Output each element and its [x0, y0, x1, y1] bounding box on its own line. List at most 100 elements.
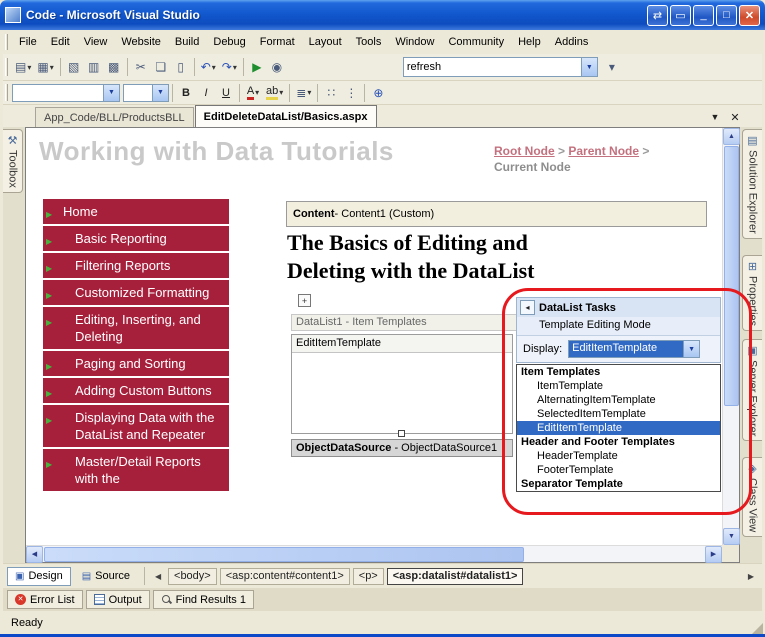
open-file-button[interactable]: ▧: [64, 57, 84, 77]
font-name-input[interactable]: [13, 86, 103, 99]
design-view-button[interactable]: ▣ Design: [7, 566, 71, 586]
start-debug-button[interactable]: ▶: [247, 57, 267, 77]
nav-item-displaying-datalist-repeater[interactable]: ▶ Displaying Data with the DataList and R…: [43, 405, 229, 447]
menu-file[interactable]: File: [12, 32, 44, 52]
document-list-button[interactable]: ▼: [707, 109, 723, 125]
nav-item-paging-sorting[interactable]: ▶ Paging and Sorting: [43, 351, 229, 376]
output-tab[interactable]: Output: [85, 590, 150, 609]
dropdown-option-footertemplate[interactable]: FooterTemplate: [517, 463, 720, 477]
highlight-button[interactable]: ab ▾: [263, 83, 286, 103]
font-size-dropdown-button[interactable]: ▼: [152, 84, 168, 101]
tab-productsbll[interactable]: App_Code/BLL/ProductsBLL: [35, 107, 194, 127]
nav-item-home[interactable]: ▶ Home: [43, 199, 229, 224]
tag-body[interactable]: <body>: [168, 567, 217, 585]
menu-format[interactable]: Format: [253, 32, 302, 52]
underline-button[interactable]: U: [216, 83, 236, 103]
find-combo-dropdown-button[interactable]: ▼: [580, 58, 597, 76]
find-combo-input[interactable]: [403, 61, 581, 73]
menu-help[interactable]: Help: [511, 32, 548, 52]
close-button[interactable]: ✕: [739, 4, 760, 26]
vs-window: Code - Microsoft Visual Studio ⇄ ▭ _ □ ✕…: [0, 0, 765, 637]
copy-button[interactable]: ❏: [151, 57, 171, 77]
redo-button[interactable]: ↷ ▾: [219, 57, 240, 77]
content-placeholder-header[interactable]: Content - Content1 (Custom): [286, 201, 707, 227]
nav-item-adding-custom-buttons[interactable]: ▶ Adding Custom Buttons: [43, 378, 229, 403]
horizontal-scroll-thumb[interactable]: [44, 546, 524, 562]
dropdown-option-selecteditemtemplate[interactable]: SelectedItemTemplate: [517, 407, 720, 421]
close-document-button[interactable]: ✕: [727, 109, 743, 125]
font-name-dropdown-button[interactable]: ▼: [103, 84, 119, 101]
font-size-input[interactable]: [124, 86, 152, 99]
objectdatasource-control[interactable]: ObjectDataSource - ObjectDataSource1: [291, 439, 513, 457]
move-handle[interactable]: +: [298, 294, 311, 307]
menu-window[interactable]: Window: [388, 32, 441, 52]
server-explorer-tab[interactable]: ▣ Server Explorer: [742, 339, 762, 442]
browse-button[interactable]: ◉: [267, 57, 287, 77]
nav-item-customized-formatting[interactable]: ▶ Customized Formatting: [43, 280, 229, 305]
bold-button[interactable]: B: [176, 83, 196, 103]
horizontal-scrollbar[interactable]: ◀ ▶: [26, 545, 722, 563]
save-all-button[interactable]: ▩: [104, 57, 124, 77]
display-combo[interactable]: EditItemTemplate ▼: [568, 340, 701, 358]
find-results-tab[interactable]: Find Results 1: [152, 590, 254, 609]
scroll-up-button[interactable]: ▲: [723, 128, 740, 145]
scroll-left-button[interactable]: ◀: [26, 545, 43, 563]
tag-asp-datalist[interactable]: <asp:datalist#datalist1>: [386, 567, 524, 585]
toolbox-tab[interactable]: ⚒ Toolbox: [3, 129, 23, 193]
source-view-button[interactable]: ▤ Source: [74, 567, 138, 586]
solution-explorer-tab[interactable]: ▤ Solution Explorer: [742, 129, 762, 239]
nav-item-basic-reporting[interactable]: ▶ Basic Reporting: [43, 226, 229, 251]
menu-community[interactable]: Community: [441, 32, 511, 52]
dock-toggle-button[interactable]: ⇄: [647, 4, 668, 26]
dropdown-option-headertemplate[interactable]: HeaderTemplate: [517, 449, 720, 463]
popout-button[interactable]: ▭: [670, 4, 691, 26]
tag-scroll-right-button[interactable]: ▶: [744, 568, 758, 585]
nav-item-master-detail-reports[interactable]: ▶ Master/Detail Reports with the: [43, 449, 229, 491]
menu-build[interactable]: Build: [168, 32, 206, 52]
cut-button[interactable]: ✂: [131, 57, 151, 77]
resize-handle[interactable]: [398, 430, 405, 437]
undo-button[interactable]: ↶ ▾: [198, 57, 219, 77]
italic-button[interactable]: I: [196, 83, 216, 103]
scroll-right-button[interactable]: ▶: [705, 545, 722, 563]
tag-scroll-left-button[interactable]: ◀: [151, 568, 165, 585]
add-item-button[interactable]: ▦ ▾: [34, 57, 56, 77]
dropdown-option-alternatingitemtemplate[interactable]: AlternatingItemTemplate: [517, 393, 720, 407]
error-list-tab[interactable]: ✕ Error List: [7, 590, 83, 609]
dropdown-option-edititemtemplate[interactable]: EditItemTemplate: [517, 421, 720, 435]
alignment-button[interactable]: ≣ ▾: [293, 83, 314, 103]
font-color-button[interactable]: A ▾: [243, 83, 263, 103]
tab-basics-aspx[interactable]: EditDeleteDataList/Basics.aspx: [194, 105, 377, 127]
nav-item-editing-inserting-deleting[interactable]: ▶ Editing, Inserting, and Deleting: [43, 307, 229, 349]
hyperlink-button[interactable]: ⊕: [368, 83, 388, 103]
vertical-scrollbar[interactable]: ▲ ▼: [722, 128, 740, 545]
paste-button[interactable]: ▯: [171, 57, 191, 77]
class-view-tab[interactable]: ◈ Class View: [742, 457, 762, 538]
menu-tools[interactable]: Tools: [349, 32, 389, 52]
vertical-scroll-thumb[interactable]: [724, 146, 739, 406]
menu-view[interactable]: View: [77, 32, 115, 52]
minimize-button[interactable]: _: [693, 4, 714, 26]
breadcrumb-parent-link[interactable]: Parent Node: [568, 144, 639, 158]
menu-website[interactable]: Website: [114, 32, 168, 52]
nav-item-filtering-reports[interactable]: ▶ Filtering Reports: [43, 253, 229, 278]
numbered-list-button[interactable]: ⋮: [341, 83, 361, 103]
scroll-down-button[interactable]: ▼: [723, 528, 740, 545]
menu-addins[interactable]: Addins: [548, 32, 596, 52]
menu-edit[interactable]: Edit: [44, 32, 77, 52]
display-combo-dropdown-button[interactable]: ▼: [683, 341, 700, 357]
menu-layout[interactable]: Layout: [302, 32, 349, 52]
properties-tab[interactable]: ⊞ Properties: [742, 255, 762, 332]
tag-p[interactable]: <p>: [352, 567, 384, 585]
toolbar-options-button[interactable]: ▾: [602, 57, 622, 77]
bullet-list-button[interactable]: ∷: [321, 83, 341, 103]
save-button[interactable]: ▥: [84, 57, 104, 77]
maximize-button[interactable]: □: [716, 4, 737, 26]
smart-tag-collapse-button[interactable]: ◂: [520, 300, 535, 315]
menu-debug[interactable]: Debug: [206, 32, 252, 52]
new-project-button[interactable]: ▤ ▾: [12, 57, 34, 77]
breadcrumb-root-link[interactable]: Root Node: [494, 144, 555, 158]
tag-asp-content[interactable]: <asp:content#content1>: [219, 567, 350, 585]
edit-item-template-region[interactable]: EditItemTemplate: [291, 334, 513, 437]
dropdown-option-itemtemplate[interactable]: ItemTemplate: [517, 379, 720, 393]
